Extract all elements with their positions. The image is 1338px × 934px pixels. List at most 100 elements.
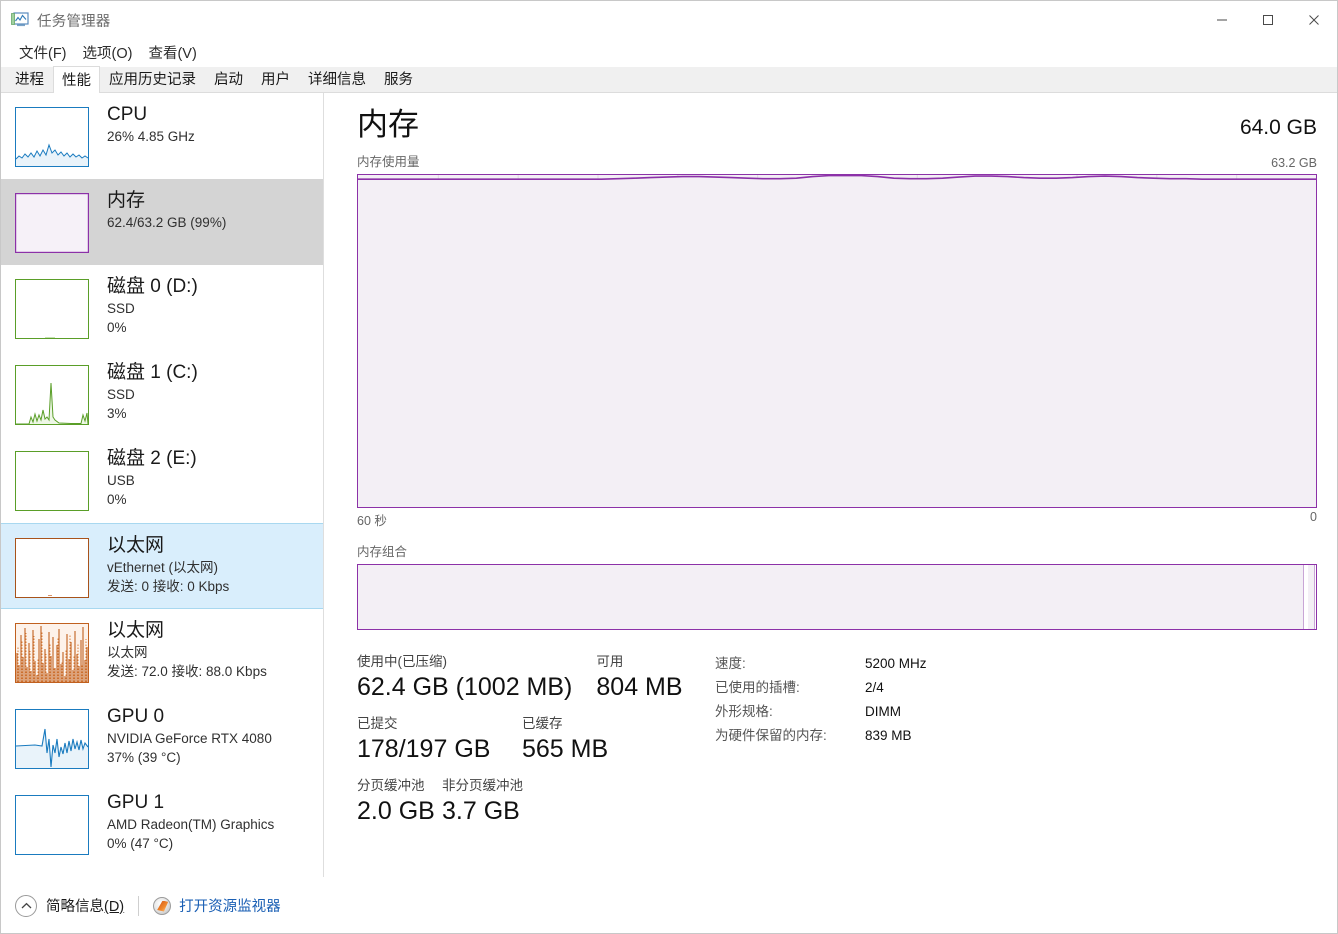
sidebar-item-disk1[interactable]: 磁盘 1 (C:) SSD 3% (1, 351, 323, 437)
task-manager-window: 任务管理器 文件(F) 选项(O) 查看(V) 进程 性能 应用历史记录 启动 … (0, 0, 1338, 934)
composition-divider-1 (1303, 565, 1305, 629)
stat-committed-label: 已提交 (357, 716, 398, 731)
sidebar-item-label: GPU 0 (107, 706, 165, 727)
page-title: 内存 (357, 107, 419, 142)
memory-detail-pane: 内存 64.0 GB 内存使用量 63.2 GB 60 秒 0 内存组合 使用中… (324, 93, 1337, 877)
tab-details[interactable]: 详细信息 (299, 66, 375, 92)
tab-processes[interactable]: 进程 (6, 66, 53, 92)
footer-bar: 简略信息(D) 打开资源监视器 (1, 877, 1337, 933)
memory-usage-chart-svg (358, 175, 1316, 507)
fewer-details-label: 简略信息(D) (46, 895, 124, 916)
stat-paged-pool: 分页缓冲池 2.0 GB (357, 776, 442, 828)
menu-bar: 文件(F) 选项(O) 查看(V) (1, 39, 1337, 67)
content-area: CPU 26% 4.85 GHz 内存 62.4/63.2 GB (99%) 磁… (1, 93, 1337, 877)
sidebar-item-disk0[interactable]: 磁盘 0 (D:) SSD 0% (1, 265, 323, 351)
minimize-button[interactable] (1199, 1, 1245, 39)
memory-info: 内存 62.4/63.2 GB (99%) (107, 188, 226, 232)
stat-form-factor-label: 外形规格: (715, 704, 773, 719)
ethernet-info: 以太网 以太网 发送: 72.0 接收: 88.0 Kbps (107, 618, 267, 681)
sidebar-item-label: 以太网 (107, 620, 165, 641)
window-title: 任务管理器 (37, 13, 111, 30)
sidebar-item-gpu1[interactable]: GPU 1 AMD Radeon(TM) Graphics 0% (47 °C) (1, 781, 323, 867)
memory-header: 内存 64.0 GB (357, 103, 1317, 153)
graph-max-label: 63.2 GB (1271, 156, 1317, 170)
tab-startup[interactable]: 启动 (205, 66, 252, 92)
tab-performance[interactable]: 性能 (53, 66, 100, 93)
sidebar-item-label: 磁盘 1 (C:) (107, 362, 198, 383)
stat-cached-value: 565 MB (522, 735, 609, 763)
sidebar-item-label: CPU (107, 104, 148, 125)
ethernet-thumbnail-chart (15, 623, 89, 683)
stat-in-use-value: 62.4 GB (1002 MB) (357, 673, 573, 701)
gpu1-info: GPU 1 AMD Radeon(TM) Graphics 0% (47 °C) (107, 790, 274, 853)
stat-hardware-reserved-label: 为硬件保留的内存: (715, 728, 827, 743)
tab-services[interactable]: 服务 (375, 66, 422, 92)
memory-usage-chart (357, 174, 1317, 508)
gpu0-info: GPU 0 NVIDIA GeForce RTX 4080 37% (39 °C… (107, 704, 272, 767)
stat-cached: 已缓存 565 MB (522, 714, 608, 766)
stat-speed: 速度: 5200 MHz (715, 652, 1317, 676)
cpu-info: CPU 26% 4.85 GHz (107, 102, 195, 146)
stat-available-label: 可用 (596, 654, 624, 669)
sidebar-item-sub: NVIDIA GeForce RTX 4080 (107, 731, 272, 746)
vethernet-info: 以太网 vEthernet (以太网) 发送: 0 接收: 0 Kbps (107, 533, 229, 596)
fewer-details-button[interactable]: 简略信息(D) (15, 894, 124, 917)
stat-in-use-label: 使用中(已压缩) (357, 654, 447, 669)
stat-nonpaged-pool-label: 非分页缓冲池 (442, 778, 523, 793)
menu-file[interactable]: 文件(F) (11, 39, 75, 67)
stat-in-use: 使用中(已压缩) 62.4 GB (1002 MB) (357, 652, 572, 704)
sidebar-item-gpu0[interactable]: GPU 0 NVIDIA GeForce RTX 4080 37% (39 °C… (1, 695, 323, 781)
stat-form-factor-value: DIMM (865, 704, 901, 719)
cpu-thumbnail-chart (15, 107, 89, 167)
fewer-details-text: 简略信息 (46, 899, 104, 915)
sidebar-item-sub2: 3% (107, 406, 127, 421)
stat-form-factor: 外形规格: DIMM (715, 700, 1317, 724)
stat-hardware-reserved-value: 839 MB (865, 728, 912, 743)
disk1-thumbnail-chart (15, 365, 89, 425)
graph-labels: 内存使用量 63.2 GB (357, 151, 1317, 170)
sidebar-item-sub: 以太网 (107, 645, 148, 660)
stat-paged-pool-value: 2.0 GB (357, 797, 435, 825)
tab-users[interactable]: 用户 (252, 66, 299, 92)
stat-committed-value: 178/197 GB (357, 735, 491, 763)
sidebar-item-memory[interactable]: 内存 62.4/63.2 GB (99%) (1, 179, 323, 265)
axis-label-left: 60 秒 (357, 514, 387, 528)
sidebar-item-disk2[interactable]: 磁盘 2 (E:) USB 0% (1, 437, 323, 523)
open-resource-monitor-label: 打开资源监视器 (179, 899, 281, 915)
sidebar-item-cpu[interactable]: CPU 26% 4.85 GHz (1, 93, 323, 179)
memory-composition-bar[interactable] (357, 564, 1317, 630)
sidebar-item-ethernet[interactable]: 以太网 以太网 发送: 72.0 接收: 88.0 Kbps (1, 609, 323, 695)
composition-title: 内存组合 (357, 545, 408, 559)
tab-app-history[interactable]: 应用历史记录 (100, 66, 205, 92)
disk1-info: 磁盘 1 (C:) SSD 3% (107, 360, 198, 423)
stat-slots: 已使用的插槽: 2/4 (715, 676, 1317, 700)
close-button[interactable] (1291, 1, 1337, 39)
sidebar-item-sub2: 37% (39 °C) (107, 750, 181, 765)
maximize-button[interactable] (1245, 1, 1291, 39)
menu-view[interactable]: 查看(V) (140, 39, 204, 67)
stat-hardware-reserved: 为硬件保留的内存: 839 MB (715, 724, 1317, 748)
sidebar-item-label: 内存 (107, 190, 146, 211)
sidebar-item-sub: 62.4/63.2 GB (99%) (107, 215, 227, 230)
stat-speed-label: 速度: (715, 656, 746, 671)
open-resource-monitor-link[interactable]: 打开资源监视器 (153, 895, 281, 916)
performance-sidebar[interactable]: CPU 26% 4.85 GHz 内存 62.4/63.2 GB (99%) 磁… (1, 93, 324, 877)
chevron-up-icon (15, 894, 37, 917)
stat-paged-pool-label: 分页缓冲池 (357, 778, 425, 793)
disk2-thumbnail-chart (15, 451, 89, 511)
composition-divider-2 (1314, 565, 1316, 629)
memory-capacity: 64.0 GB (1239, 116, 1317, 139)
sidebar-item-sub2: 0% (47 °C) (107, 836, 174, 851)
menu-options[interactable]: 选项(O) (75, 39, 141, 67)
stat-slots-label: 已使用的插槽: (715, 680, 800, 695)
stat-nonpaged-pool-value: 3.7 GB (442, 797, 520, 825)
sidebar-item-sub: AMD Radeon(TM) Graphics (107, 817, 275, 832)
sidebar-item-sub: SSD (107, 387, 135, 402)
graph-axis-labels: 60 秒 0 (357, 510, 1317, 529)
sidebar-item-ethernet-vethernet[interactable]: 以太网 vEthernet (以太网) 发送: 0 接收: 0 Kbps (1, 523, 323, 609)
stat-speed-value: 5200 MHz (865, 656, 927, 671)
gpu1-thumbnail-chart (15, 795, 89, 855)
sidebar-item-sub: SSD (107, 301, 135, 316)
memory-stats: 使用中(已压缩) 62.4 GB (1002 MB) 可用 804 MB 已提交… (357, 652, 1317, 838)
sidebar-item-label: GPU 1 (107, 792, 165, 813)
